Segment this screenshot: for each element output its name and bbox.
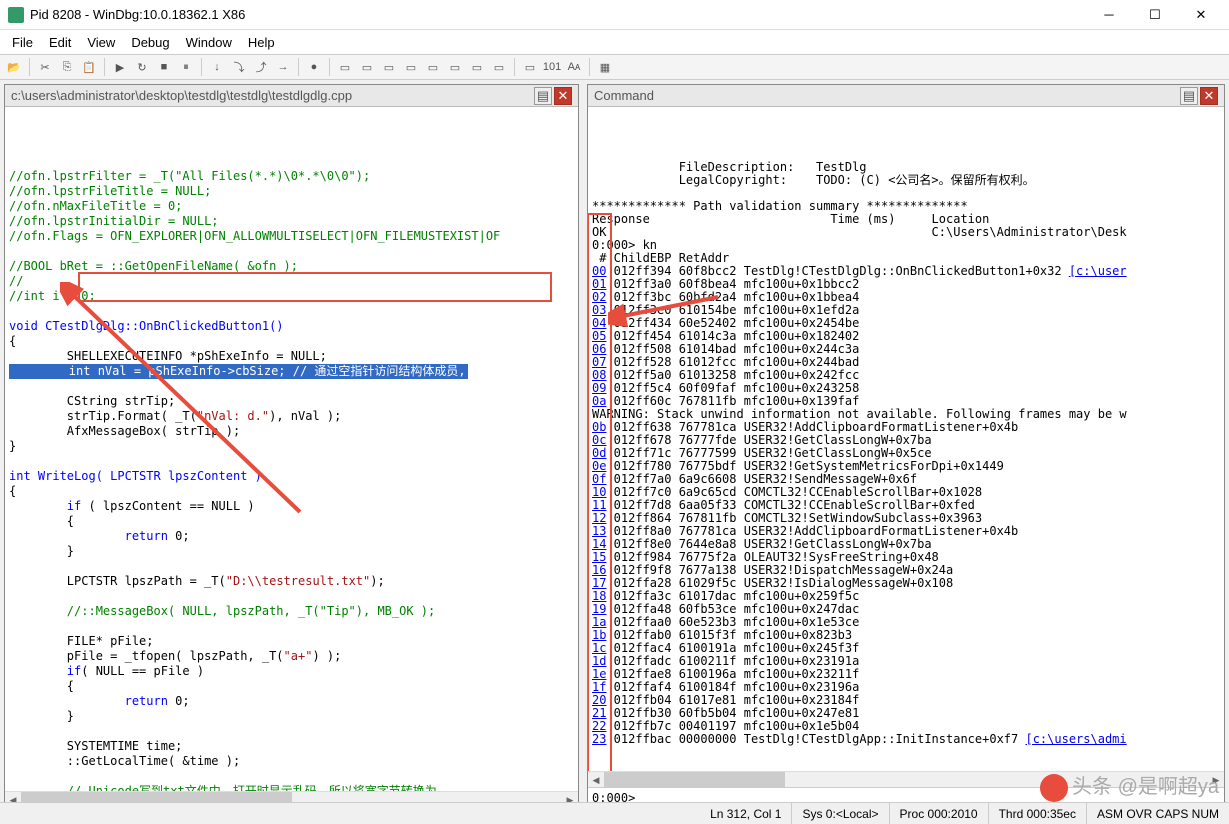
menu-window[interactable]: Window <box>186 35 232 50</box>
status-sys: Sys 0:<Local> <box>792 803 889 824</box>
src-link[interactable]: [c:\user <box>1069 264 1127 278</box>
step-into-icon[interactable]: ↓ <box>207 57 227 77</box>
src-link[interactable]: [c:\users\admi <box>1025 732 1126 746</box>
maximize-button[interactable]: ☐ <box>1141 5 1169 25</box>
status-mode: ASM OVR CAPS NUM <box>1087 803 1229 824</box>
source-doc-icon[interactable]: ▤ <box>534 87 552 105</box>
memory-icon[interactable]: ▭ <box>423 57 443 77</box>
disasm-icon[interactable]: ▭ <box>467 57 487 77</box>
frame-link[interactable]: 0c <box>592 433 606 447</box>
command-doc-icon[interactable]: ▤ <box>1180 87 1198 105</box>
source-code[interactable]: //ofn.lpstrFilter = _T("All Files(*.*)\0… <box>5 107 578 791</box>
minimize-button[interactable]: ─ <box>1095 5 1123 25</box>
frame-link[interactable]: 07 <box>592 355 606 369</box>
frame-link[interactable]: 21 <box>592 706 606 720</box>
frame-link[interactable]: 0e <box>592 459 606 473</box>
frame-link[interactable]: 0f <box>592 472 606 486</box>
frame-link[interactable]: 09 <box>592 381 606 395</box>
command-close-icon[interactable]: ✕ <box>1200 87 1218 105</box>
frame-link[interactable]: 20 <box>592 693 606 707</box>
frame-link[interactable]: 05 <box>592 329 606 343</box>
run-to-icon[interactable]: → <box>273 57 293 77</box>
frame-link[interactable]: 15 <box>592 550 606 564</box>
frame-link[interactable]: 03 <box>592 303 606 317</box>
source-pane: c:\users\administrator\desktop\testdlg\t… <box>4 84 579 808</box>
step-out-icon[interactable]: ⤴ <box>251 57 271 77</box>
frame-link[interactable]: 0d <box>592 446 606 460</box>
breakpoint-icon[interactable]: ● <box>304 57 324 77</box>
callstack-icon[interactable]: ▭ <box>445 57 465 77</box>
menu-help[interactable]: Help <box>248 35 275 50</box>
command-output[interactable]: FileDescription: TestDlg LegalCopyright:… <box>588 107 1224 771</box>
command-scrollbar[interactable]: ◀ ▶ <box>588 771 1224 787</box>
frame-link[interactable]: 1c <box>592 641 606 655</box>
scroll-right-icon[interactable]: ▶ <box>1208 772 1224 788</box>
frame-link[interactable]: 08 <box>592 368 606 382</box>
source-header: c:\users\administrator\desktop\testdlg\t… <box>5 85 578 107</box>
frame-link[interactable]: 1a <box>592 615 606 629</box>
frame-link[interactable]: 1f <box>592 680 606 694</box>
close-button[interactable]: ✕ <box>1187 5 1215 25</box>
titlebar: Pid 8208 - WinDbg:10.0.18362.1 X86 ─ ☐ ✕ <box>0 0 1229 30</box>
stop-icon[interactable]: ■ <box>154 57 174 77</box>
status-proc: Proc 000:2010 <box>890 803 989 824</box>
frame-link[interactable]: 1d <box>592 654 606 668</box>
break-icon[interactable]: ⏸ <box>176 57 196 77</box>
frame-link[interactable]: 01 <box>592 277 606 291</box>
status-thrd: Thrd 000:35ec <box>989 803 1087 824</box>
watch-icon[interactable]: ▭ <box>357 57 377 77</box>
scratch-icon[interactable]: ▭ <box>489 57 509 77</box>
frame-link[interactable]: 13 <box>592 524 606 538</box>
command-title: Command <box>594 88 654 103</box>
menu-edit[interactable]: Edit <box>49 35 71 50</box>
frame-link[interactable]: 14 <box>592 537 606 551</box>
scroll-left-icon[interactable]: ◀ <box>588 772 604 788</box>
step-over-icon[interactable]: ⤵ <box>229 57 249 77</box>
command-pane: Command ▤ ✕ FileDescription: TestDlg Leg… <box>587 84 1225 808</box>
frame-link[interactable]: 0b <box>592 420 606 434</box>
frame-link[interactable]: 02 <box>592 290 606 304</box>
app-icon <box>8 7 24 23</box>
source-close-icon[interactable]: ✕ <box>554 87 572 105</box>
source-path: c:\users\administrator\desktop\testdlg\t… <box>11 88 352 103</box>
cmd-icon[interactable]: ▭ <box>335 57 355 77</box>
statusbar: Ln 312, Col 1 Sys 0:<Local> Proc 000:201… <box>0 802 1229 824</box>
window-title: Pid 8208 - WinDbg:10.0.18362.1 X86 <box>30 7 1095 22</box>
menu-debug[interactable]: Debug <box>131 35 169 50</box>
frame-link[interactable]: 00 <box>592 264 606 278</box>
frame-link[interactable]: 16 <box>592 563 606 577</box>
registers-icon[interactable]: ▭ <box>401 57 421 77</box>
toolbar: 📂 ✂ ⎘ 📋 ▶ ↻ ■ ⏸ ↓ ⤵ ⤴ → ● ▭ ▭ ▭ ▭ ▭ ▭ ▭ … <box>0 54 1229 80</box>
frame-link[interactable]: 1b <box>592 628 606 642</box>
paste-icon[interactable]: 📋 <box>79 57 99 77</box>
font-icon[interactable]: Aᴀ <box>564 57 584 77</box>
copy-icon[interactable]: ⎘ <box>57 57 77 77</box>
cut-icon[interactable]: ✂ <box>35 57 55 77</box>
frame-link[interactable]: 22 <box>592 719 606 733</box>
main-area: c:\users\administrator\desktop\testdlg\t… <box>0 80 1229 804</box>
frame-link[interactable]: 10 <box>592 485 606 499</box>
restart-icon[interactable]: ↻ <box>132 57 152 77</box>
binary-icon[interactable]: 101 <box>542 57 562 77</box>
menubar: File Edit View Debug Window Help <box>0 30 1229 54</box>
frame-link[interactable]: 19 <box>592 602 606 616</box>
frame-link[interactable]: 04 <box>592 316 606 330</box>
options-icon[interactable]: ▦ <box>595 57 615 77</box>
frame-link[interactable]: 11 <box>592 498 606 512</box>
go-icon[interactable]: ▶ <box>110 57 130 77</box>
frame-link[interactable]: 18 <box>592 589 606 603</box>
source-mode-icon[interactable]: ▭ <box>520 57 540 77</box>
frame-link[interactable]: 0a <box>592 394 606 408</box>
frame-link[interactable]: 17 <box>592 576 606 590</box>
locals-icon[interactable]: ▭ <box>379 57 399 77</box>
command-header: Command ▤ ✕ <box>588 85 1224 107</box>
open-icon[interactable]: 📂 <box>4 57 24 77</box>
frame-link[interactable]: 1e <box>592 667 606 681</box>
frame-link[interactable]: 06 <box>592 342 606 356</box>
frame-link[interactable]: 23 <box>592 732 606 746</box>
status-position: Ln 312, Col 1 <box>700 803 792 824</box>
menu-view[interactable]: View <box>87 35 115 50</box>
frame-link[interactable]: 12 <box>592 511 606 525</box>
menu-file[interactable]: File <box>12 35 33 50</box>
